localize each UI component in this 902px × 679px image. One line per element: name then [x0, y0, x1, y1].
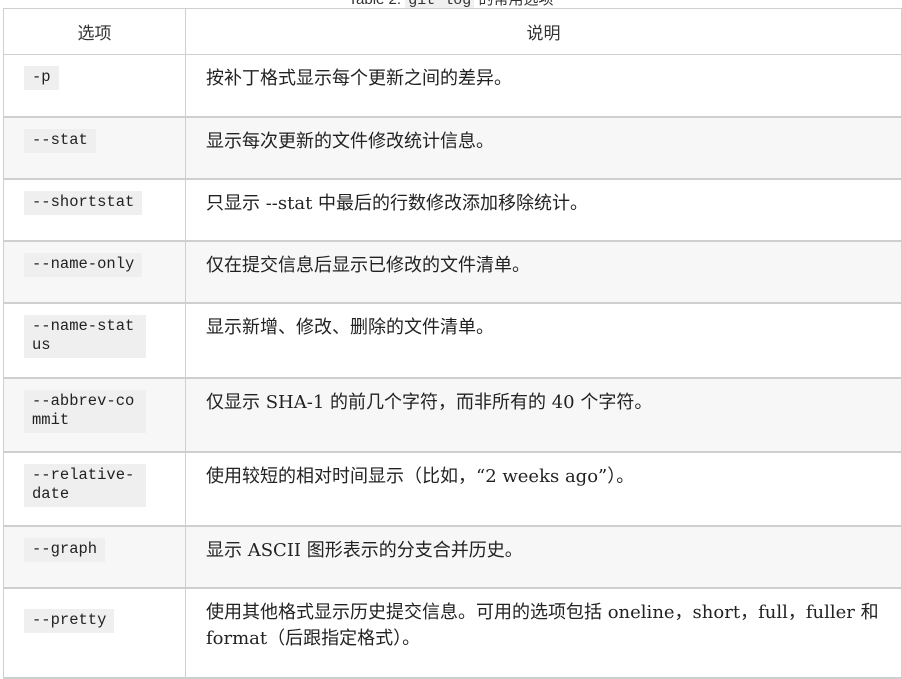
table-row: --name-status 显示新增、修改、删除的文件清单。 — [3, 302, 902, 379]
table-row: --name-only 仅在提交信息后显示已修改的文件清单。 — [3, 240, 902, 304]
option-code: --graph — [24, 537, 106, 562]
option-code: --name-status — [24, 314, 146, 358]
option-description: 使用较短的相对时间显示（比如，“2 weeks ago”）。 — [185, 451, 902, 527]
option-code: -p — [24, 66, 59, 90]
option-description: 按补丁格式显示每个更新之间的差异。 — [185, 54, 902, 118]
option-description: 显示 ASCII 图形表示的分支合并历史。 — [185, 525, 902, 589]
option-description: 使用其他格式显示历史提交信息。可用的选项包括 oneline，short，ful… — [185, 587, 902, 679]
table-row: --stat 显示每次更新的文件修改统计信息。 — [3, 116, 902, 180]
table-row: --pretty 使用其他格式显示历史提交信息。可用的选项包括 oneline，… — [3, 587, 902, 679]
option-code: --name-only — [24, 252, 143, 277]
option-code: --pretty — [24, 608, 115, 633]
caption-prefix: Table 2. — [349, 0, 402, 8]
table-caption: Table 2. git log 的常用选项 — [0, 0, 902, 8]
option-description: 只显示 --stat 中最后的行数修改添加移除统计。 — [185, 178, 902, 242]
option-code: --relative-date — [24, 463, 146, 507]
option-code: --shortstat — [24, 190, 143, 215]
caption-code: git log — [405, 0, 475, 8]
caption-suffix: 的常用选项 — [478, 0, 553, 8]
option-description: 仅在提交信息后显示已修改的文件清单。 — [185, 240, 902, 304]
table-row: --relative-date 使用较短的相对时间显示（比如，“2 weeks … — [3, 451, 902, 527]
table-row: --graph 显示 ASCII 图形表示的分支合并历史。 — [3, 525, 902, 589]
option-description: 显示每次更新的文件修改统计信息。 — [185, 116, 902, 180]
table-row: -p 按补丁格式显示每个更新之间的差异。 — [3, 54, 902, 118]
option-description: 仅显示 SHA-1 的前几个字符，而非所有的 40 个字符。 — [185, 377, 902, 453]
table-row: --abbrev-commit 仅显示 SHA-1 的前几个字符，而非所有的 4… — [3, 377, 902, 453]
header-option: 选项 — [3, 8, 186, 55]
options-table: 选项 说明 -p 按补丁格式显示每个更新之间的差异。 --stat 显示每次更新… — [3, 8, 902, 679]
table-row: --shortstat 只显示 --stat 中最后的行数修改添加移除统计。 — [3, 178, 902, 242]
option-code: --stat — [24, 128, 96, 153]
table-header-row: 选项 说明 — [3, 8, 902, 55]
header-description: 说明 — [185, 8, 902, 55]
option-description: 显示新增、修改、删除的文件清单。 — [185, 302, 902, 379]
option-code: --abbrev-commit — [24, 389, 146, 433]
